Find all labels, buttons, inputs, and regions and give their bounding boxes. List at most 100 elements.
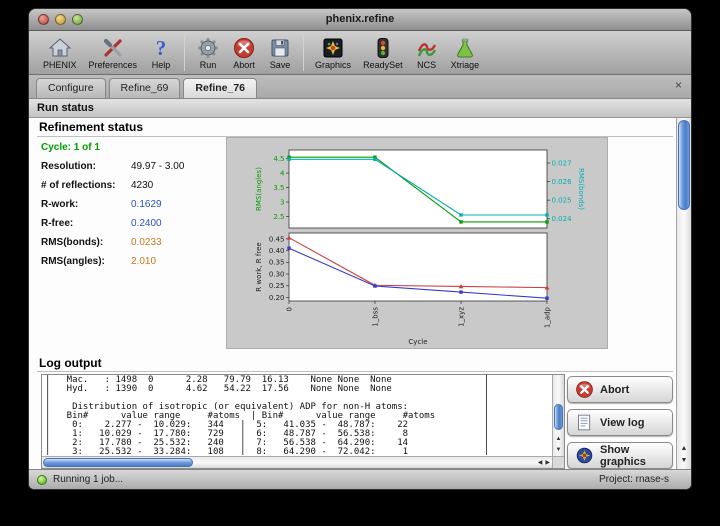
run-status-panel: Refinement status Cycle: 1 of 1 Resoluti… [29, 118, 691, 469]
running-status-text: Running 1 job... [53, 474, 123, 485]
svg-text:RMS(bonds): RMS(bonds) [577, 168, 585, 210]
content-scrollbar-arrows[interactable]: ▲▼ [677, 443, 691, 467]
save-floppy-icon [268, 35, 292, 60]
svg-text:1_xyz: 1_xyz [458, 307, 466, 327]
log-horizontal-scrollbar-thumb[interactable] [43, 458, 193, 467]
svg-text:0.35: 0.35 [269, 259, 285, 267]
running-status-icon [37, 475, 47, 485]
window-title: phenix.refine [29, 9, 691, 30]
svg-text:0.027: 0.027 [552, 159, 572, 167]
toolbar-label: Run [200, 60, 217, 70]
toolbar-run-button[interactable]: Run [190, 34, 226, 71]
svg-text:3: 3 [280, 198, 284, 206]
scrollbar-corner [552, 456, 564, 468]
abort-button[interactable]: Abort [567, 376, 673, 403]
scroll-right-icon[interactable]: ▶ [545, 459, 550, 466]
toolbar-separator [303, 35, 304, 71]
content-vertical-scrollbar[interactable]: ▲▼ [676, 118, 691, 469]
stat-rms-bonds: RMS(bonds):0.0233 [41, 233, 184, 252]
log-scrollbar-arrows[interactable]: ▲▼ [553, 432, 564, 456]
tab-refine-76[interactable]: Refine_76 [183, 78, 257, 98]
divider [37, 371, 673, 372]
help-question-icon: ? [149, 35, 173, 60]
toolbar-separator [184, 35, 185, 71]
zoom-window-button[interactable] [72, 14, 83, 25]
stat-label: RMS(bonds): [41, 233, 131, 252]
scroll-up-icon[interactable]: ▲ [556, 434, 562, 445]
stat-value: 0.0233 [131, 237, 162, 248]
screenshot-stage: phenix.refine PHENIX Preferences ? Help [0, 0, 720, 526]
button-label: Abort [600, 384, 629, 396]
toolbar-abort-button[interactable]: Abort [226, 34, 262, 71]
svg-text:0.025: 0.025 [552, 197, 572, 205]
preferences-tools-icon [101, 35, 125, 60]
stat-r-free: R-free:0.2400 [41, 214, 184, 233]
close-window-button[interactable] [38, 14, 49, 25]
svg-text:0.20: 0.20 [269, 294, 285, 302]
stat-rms-angles: RMS(angles):2.010 [41, 252, 184, 271]
stat-label: R-work: [41, 195, 131, 214]
view-log-button[interactable]: View log [567, 409, 673, 436]
log-vertical-scrollbar-thumb[interactable] [554, 404, 563, 430]
main-toolbar: PHENIX Preferences ? Help Run [29, 31, 691, 75]
stat-label: Resolution: [41, 157, 131, 176]
toolbar-save-button[interactable]: Save [262, 34, 298, 71]
content-scrollbar-thumb[interactable] [678, 120, 690, 210]
xtriage-flask-icon [453, 35, 477, 60]
toolbar-label: PHENIX [43, 60, 77, 70]
status-bar: Running 1 job... Project: rnase-s [29, 469, 691, 489]
ncs-icon [415, 35, 439, 60]
abort-red-x-icon [575, 380, 594, 399]
svg-text:0.40: 0.40 [269, 247, 285, 255]
scroll-down-icon[interactable]: ▼ [681, 455, 688, 467]
tab-close-icon[interactable]: × [675, 79, 682, 91]
toolbar-ncs-button[interactable]: NCS [409, 34, 445, 71]
svg-text:1_bss: 1_bss [372, 307, 380, 327]
action-buttons: Abort View log Show graphics [567, 376, 673, 469]
refinement-status-heading: Refinement status [39, 120, 143, 134]
svg-text:1_adp: 1_adp [544, 306, 552, 328]
title-bar[interactable]: phenix.refine [29, 9, 691, 31]
toolbar-xtriage-button[interactable]: Xtriage [445, 34, 486, 71]
scroll-up-icon[interactable]: ▲ [681, 443, 688, 455]
toolbar-label: NCS [417, 60, 436, 70]
stat-value: 2.010 [131, 256, 156, 267]
stat-label: RMS(angles): [41, 252, 131, 271]
refinement-stats: Cycle: 1 of 1 Resolution:49.97 - 3.00 # … [41, 138, 184, 271]
run-status-header: Run status [29, 99, 691, 118]
svg-text:3.5: 3.5 [273, 184, 284, 192]
show-graphics-button[interactable]: Show graphics [567, 442, 673, 469]
log-vertical-scrollbar[interactable]: ▲▼ [552, 375, 564, 456]
scroll-left-icon[interactable]: ◀ [538, 459, 543, 466]
show-graphics-icon [575, 446, 594, 465]
svg-text:0.30: 0.30 [269, 270, 285, 278]
toolbar-graphics-button[interactable]: Graphics [309, 34, 357, 71]
toolbar-help-button[interactable]: ? Help [143, 34, 179, 71]
button-label: Show graphics [600, 444, 665, 468]
svg-text:0.25: 0.25 [269, 282, 285, 290]
log-output-box[interactable]: | Mac. : 1498 0 2.28 79.79 16.13 None No… [41, 374, 565, 469]
refinement-progress-chart: 2.533.544.50.0240.0250.0260.027RMS(angle… [226, 137, 608, 349]
toolbar-label: ReadySet [363, 60, 403, 70]
toolbar-readyset-button[interactable]: ReadySet [357, 34, 409, 71]
log-horizontal-scrollbar[interactable]: ◀▶ [42, 456, 552, 468]
tab-configure[interactable]: Configure [36, 78, 106, 98]
log-scrollbar-arrows[interactable]: ◀▶ [538, 457, 550, 468]
toolbar-label: Preferences [89, 60, 138, 70]
log-output-text: | Mac. : 1498 0 2.28 79.79 16.13 None No… [43, 375, 551, 455]
stat-reflections: # of reflections:4230 [41, 176, 184, 195]
toolbar-label: Abort [233, 60, 255, 70]
toolbar-preferences-button[interactable]: Preferences [83, 34, 144, 71]
graphics-icon [321, 35, 345, 60]
minimize-window-button[interactable] [55, 14, 66, 25]
svg-text:4.5: 4.5 [273, 155, 284, 163]
stat-value: 4230 [131, 180, 153, 191]
log-output-heading: Log output [39, 356, 102, 370]
toolbar-phenix-button[interactable]: PHENIX [37, 34, 83, 71]
tab-refine-69[interactable]: Refine_69 [109, 78, 181, 98]
svg-text:0.024: 0.024 [552, 215, 573, 223]
svg-text:4: 4 [280, 170, 285, 178]
scroll-down-icon[interactable]: ▼ [556, 445, 562, 456]
svg-text:?: ? [156, 36, 167, 60]
stat-resolution: Resolution:49.97 - 3.00 [41, 157, 184, 176]
